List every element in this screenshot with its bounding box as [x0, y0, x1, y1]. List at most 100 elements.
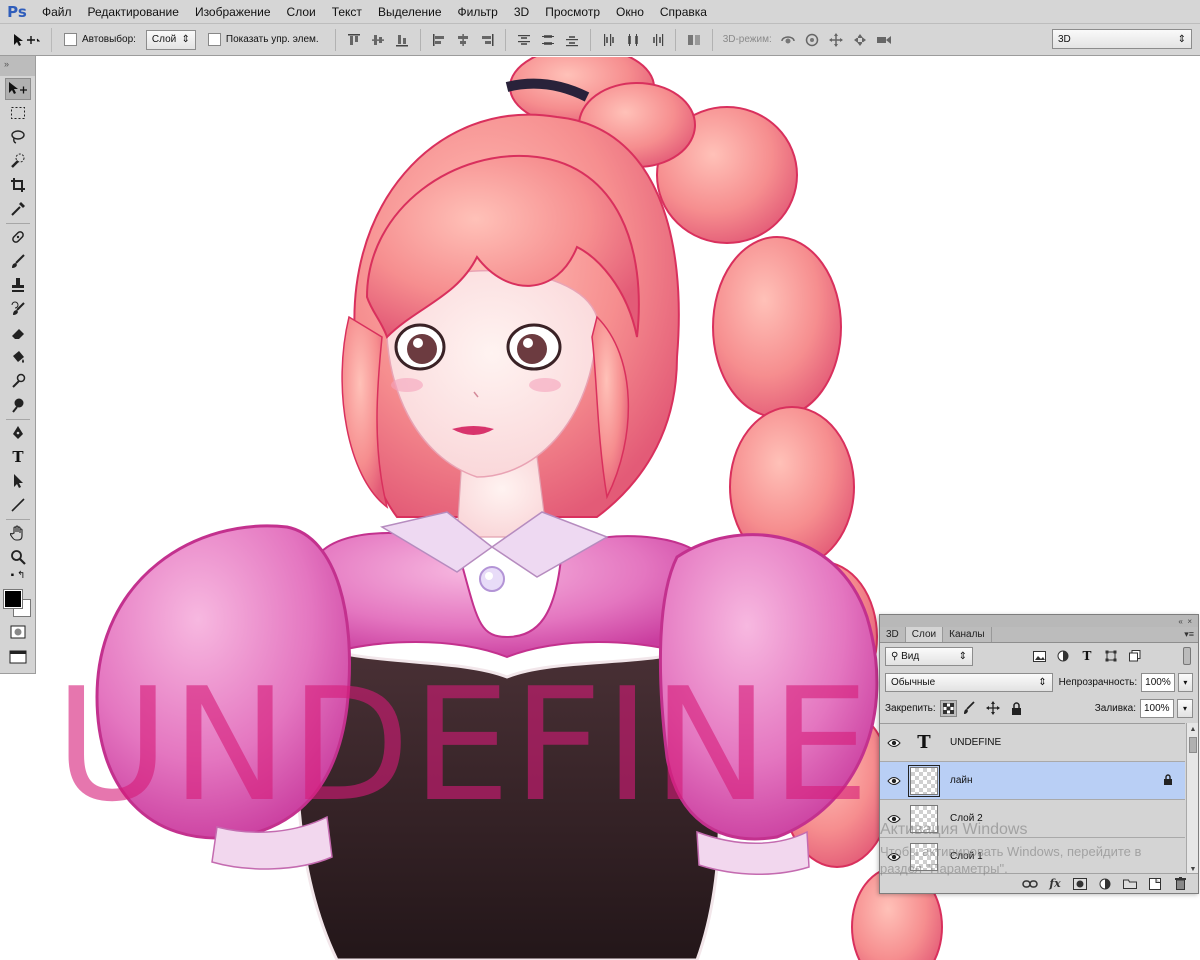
align-vcenter-icon[interactable]: [370, 32, 386, 48]
updown-icon: ⇕: [1038, 676, 1047, 688]
filter-smart-object-icon[interactable]: [1128, 649, 1142, 663]
add-mask-icon[interactable]: [1072, 876, 1088, 892]
visibility-toggle[interactable]: [880, 776, 908, 786]
menu-select[interactable]: Выделение: [370, 0, 450, 24]
distribute-hcenter-icon[interactable]: [625, 32, 641, 48]
type-tool[interactable]: T: [5, 446, 31, 468]
crop-tool[interactable]: [5, 174, 31, 196]
lasso-tool[interactable]: [5, 126, 31, 148]
autoselect-target-select[interactable]: Слой ⇕: [145, 29, 196, 50]
collapse-panel-icon[interactable]: «: [1178, 617, 1182, 626]
opacity-slider-toggle[interactable]: ▾: [1177, 672, 1193, 692]
align-top-icon[interactable]: [346, 32, 362, 48]
menu-3d[interactable]: 3D: [506, 0, 537, 24]
delete-layer-icon[interactable]: [1172, 876, 1188, 892]
distribute-left-icon[interactable]: [601, 32, 617, 48]
filter-toggle-switch[interactable]: [1183, 647, 1191, 665]
tool-preset-picker[interactable]: [0, 27, 52, 52]
crop-icon: [11, 178, 25, 192]
filter-pixel-icon[interactable]: [1032, 649, 1046, 663]
screen-mode-tool[interactable]: [5, 646, 31, 668]
tab-channels[interactable]: Каналы: [943, 627, 992, 642]
auto-align-icon[interactable]: [686, 32, 702, 48]
new-layer-icon[interactable]: [1147, 876, 1163, 892]
swap-colors[interactable]: ▪ ↰: [5, 568, 31, 582]
distribute-bottom-icon[interactable]: [564, 32, 580, 48]
smudge-tool[interactable]: [5, 370, 31, 392]
menu-type[interactable]: Текст: [324, 0, 370, 24]
eraser-tool[interactable]: [5, 322, 31, 344]
hand-tool[interactable]: [5, 522, 31, 544]
close-panel-icon[interactable]: ×: [1187, 617, 1192, 626]
marquee-tool[interactable]: [5, 102, 31, 124]
3d-roll-icon[interactable]: [804, 32, 820, 48]
tab-3d[interactable]: 3D: [880, 627, 906, 642]
menu-filter[interactable]: Фильтр: [450, 0, 506, 24]
lock-transparent-pixels-button[interactable]: [939, 699, 957, 717]
adjustment-layer-icon[interactable]: [1097, 876, 1113, 892]
layer-filter-select[interactable]: ⚲ Вид ⇕: [885, 646, 973, 666]
quick-mask-tool[interactable]: [5, 621, 31, 643]
align-bottom-icon[interactable]: [394, 32, 410, 48]
panel-titlebar[interactable]: « ×: [880, 615, 1198, 627]
healing-brush-tool[interactable]: [5, 226, 31, 248]
menu-view[interactable]: Просмотр: [537, 0, 608, 24]
layer-list-scrollbar[interactable]: ▲ ▼: [1186, 723, 1198, 875]
lock-image-pixels-icon[interactable]: [962, 701, 976, 715]
quick-selection-tool[interactable]: [5, 150, 31, 172]
filter-type-icon[interactable]: T: [1080, 649, 1094, 663]
panel-menu-icon[interactable]: ▾≡: [1184, 629, 1194, 640]
dodge-tool[interactable]: [5, 394, 31, 416]
fill-input[interactable]: 100%: [1140, 698, 1174, 718]
menu-help[interactable]: Справка: [652, 0, 715, 24]
brush-tool[interactable]: [5, 250, 31, 272]
eyedropper-tool[interactable]: [5, 198, 31, 220]
align-hcenter-icon[interactable]: [455, 32, 471, 48]
fill-slider-toggle[interactable]: ▾: [1177, 698, 1193, 718]
layer-style-fx-icon[interactable]: fx: [1047, 876, 1063, 892]
tab-layers[interactable]: Слои: [905, 627, 944, 642]
workspace-select[interactable]: 3D ⇕: [1052, 29, 1192, 49]
move-tool[interactable]: [5, 78, 31, 100]
opacity-input[interactable]: 100%: [1141, 672, 1175, 692]
align-right-icon[interactable]: [479, 32, 495, 48]
menu-file[interactable]: Файл: [34, 0, 80, 24]
layer-row-lain[interactable]: лайн: [880, 762, 1185, 800]
link-layers-icon[interactable]: [1022, 876, 1038, 892]
distribute-right-icon[interactable]: [649, 32, 665, 48]
menu-edit[interactable]: Редактирование: [80, 0, 187, 24]
autoselect-checkbox[interactable]: [64, 33, 77, 46]
foreground-color-swatch[interactable]: [3, 589, 23, 609]
lock-all-icon[interactable]: [1010, 701, 1024, 715]
show-transform-checkbox[interactable]: [207, 33, 221, 46]
distribute-top-icon[interactable]: [516, 32, 532, 48]
visibility-toggle[interactable]: [880, 738, 908, 748]
scroll-up-icon[interactable]: ▲: [1187, 723, 1199, 735]
new-group-icon[interactable]: [1122, 876, 1138, 892]
tools-panel-header[interactable]: »: [0, 56, 35, 76]
filter-shape-icon[interactable]: [1104, 649, 1118, 663]
3d-rotate-icon[interactable]: [780, 32, 796, 48]
path-selection-tool[interactable]: [5, 470, 31, 492]
lock-position-icon[interactable]: [985, 701, 1000, 715]
layer-row-undefine[interactable]: T UNDEFINE: [880, 724, 1185, 762]
filter-adjustment-icon[interactable]: [1056, 649, 1070, 663]
blend-mode-select[interactable]: Обычные ⇕: [885, 672, 1053, 692]
menu-window[interactable]: Окно: [608, 0, 652, 24]
type-icon: T: [12, 448, 24, 466]
zoom-tool[interactable]: [5, 546, 31, 568]
align-left-icon[interactable]: [431, 32, 447, 48]
scrollbar-thumb[interactable]: [1189, 737, 1197, 753]
line-tool[interactable]: [5, 494, 31, 516]
clone-stamp-tool[interactable]: [5, 274, 31, 296]
3d-pan-icon[interactable]: [828, 32, 844, 48]
pen-tool[interactable]: [5, 422, 31, 444]
history-brush-tool[interactable]: [5, 298, 31, 320]
paint-bucket-tool[interactable]: [5, 346, 31, 368]
distribute-vcenter-icon[interactable]: [540, 32, 556, 48]
menu-layers[interactable]: Слои: [279, 0, 324, 24]
3d-slide-icon[interactable]: [852, 32, 868, 48]
options-bar: Автовыбор: Слой ⇕ Показать упр. элем. 3D…: [0, 24, 1200, 56]
menu-image[interactable]: Изображение: [187, 0, 279, 24]
3d-scale-icon[interactable]: [876, 32, 892, 48]
